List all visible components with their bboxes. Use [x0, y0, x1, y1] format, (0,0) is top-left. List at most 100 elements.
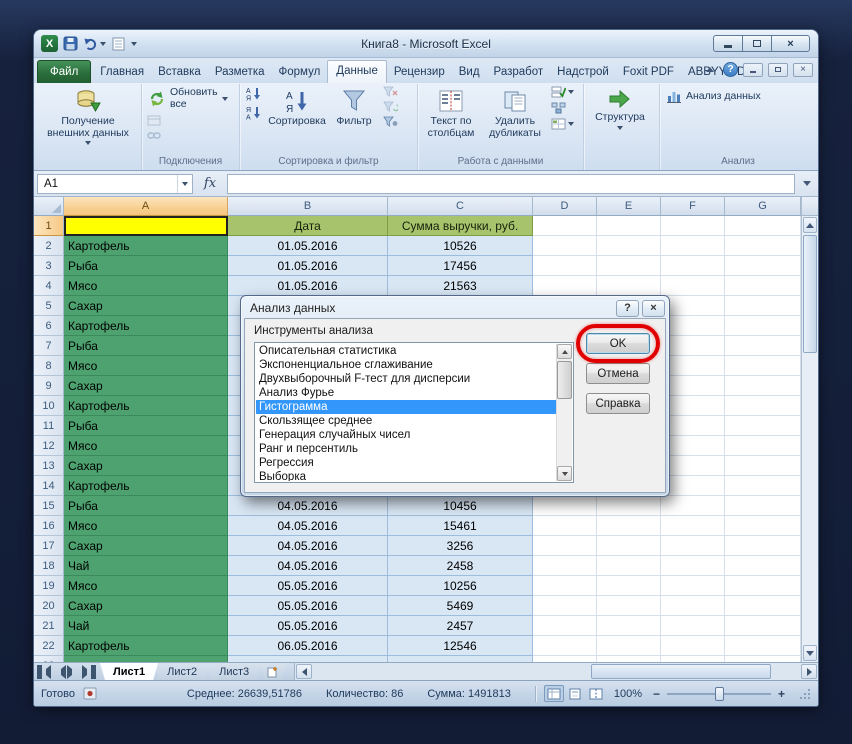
cell-E16[interactable] — [597, 516, 661, 536]
row-header-1[interactable]: 1 — [34, 216, 64, 236]
cell-D2[interactable] — [533, 236, 597, 256]
row-header-21[interactable]: 21 — [34, 616, 64, 636]
cell-A3[interactable]: Рыба — [64, 256, 228, 276]
cell-F20[interactable] — [661, 596, 725, 616]
insert-worksheet-button[interactable] — [260, 663, 286, 680]
zoom-slider[interactable] — [667, 686, 771, 701]
expand-formula-bar-button[interactable] — [799, 174, 815, 194]
cell-D18[interactable] — [533, 556, 597, 576]
select-all-button[interactable] — [34, 197, 64, 216]
outline-button[interactable]: Структура — [587, 85, 653, 167]
row-header-22[interactable]: 22 — [34, 636, 64, 656]
row-header-7[interactable]: 7 — [34, 336, 64, 356]
cell-B18[interactable]: 04.05.2016 — [228, 556, 388, 576]
cell-G19[interactable] — [725, 576, 801, 596]
analysis-tool-option[interactable]: Генерация случайных чисел — [256, 428, 556, 442]
row-header-20[interactable]: 20 — [34, 596, 64, 616]
cell-A5[interactable]: Сахар — [64, 296, 228, 316]
cell-G2[interactable] — [725, 236, 801, 256]
analysis-tool-option[interactable]: Ранг и персентиль — [256, 442, 556, 456]
cell-G10[interactable] — [725, 396, 801, 416]
save-button[interactable] — [62, 35, 79, 52]
sheet-tab-Лист3[interactable]: Лист3 — [206, 663, 262, 680]
reapply-filter-button[interactable] — [381, 100, 400, 113]
data-analysis-button[interactable]: Анализ данных — [663, 87, 764, 106]
horizontal-scrollbar[interactable] — [294, 663, 818, 680]
analysis-tool-option[interactable]: Анализ Фурье — [256, 386, 556, 400]
cell-B1[interactable]: Дата — [228, 216, 388, 236]
cell-C18[interactable]: 2458 — [388, 556, 533, 576]
ribbon-tab-Рецензир[interactable]: Рецензир — [387, 61, 452, 83]
cell-F8[interactable] — [661, 356, 725, 376]
sort-descending-button[interactable]: ЯА — [243, 104, 264, 121]
zoom-out-button[interactable]: − — [650, 687, 663, 701]
cell-A20[interactable]: Сахар — [64, 596, 228, 616]
cell-C16[interactable]: 15461 — [388, 516, 533, 536]
cell-F14[interactable] — [661, 476, 725, 496]
sort-ascending-button[interactable]: АЯ — [243, 85, 264, 102]
cell-G11[interactable] — [725, 416, 801, 436]
cell-E23[interactable] — [597, 656, 661, 662]
cell-B15[interactable]: 04.05.2016 — [228, 496, 388, 516]
analysis-tool-option[interactable]: Регрессия — [256, 456, 556, 470]
dialog-title-bar[interactable]: Анализ данных ? × — [241, 296, 669, 318]
cell-A19[interactable]: Мясо — [64, 576, 228, 596]
cell-E19[interactable] — [597, 576, 661, 596]
cell-A17[interactable]: Сахар — [64, 536, 228, 556]
cell-C17[interactable]: 3256 — [388, 536, 533, 556]
cell-A13[interactable]: Сахар — [64, 456, 228, 476]
cell-D17[interactable] — [533, 536, 597, 556]
cell-F4[interactable] — [661, 276, 725, 296]
cell-B17[interactable]: 04.05.2016 — [228, 536, 388, 556]
cell-G3[interactable] — [725, 256, 801, 276]
last-sheet-button[interactable] — [82, 664, 96, 679]
first-sheet-button[interactable] — [37, 664, 51, 679]
row-header-2[interactable]: 2 — [34, 236, 64, 256]
excel-app-icon[interactable] — [41, 35, 58, 52]
cell-F17[interactable] — [661, 536, 725, 556]
column-header-D[interactable]: D — [533, 197, 597, 216]
cell-C19[interactable]: 10256 — [388, 576, 533, 596]
cell-G22[interactable] — [725, 636, 801, 656]
name-box-dropdown[interactable] — [177, 174, 192, 193]
analysis-tool-option[interactable]: Описательная статистика — [256, 344, 556, 358]
sort-button[interactable]: АЯ Сортировка — [267, 85, 327, 153]
help-button[interactable]: ? — [723, 62, 738, 77]
row-header-6[interactable]: 6 — [34, 316, 64, 336]
cell-F12[interactable] — [661, 436, 725, 456]
remove-duplicates-button[interactable]: Удалить дубликаты — [484, 85, 546, 153]
row-header-23[interactable]: 23 — [34, 656, 64, 662]
cell-G1[interactable] — [725, 216, 801, 236]
workbook-close-button[interactable]: × — [793, 62, 813, 77]
cell-A11[interactable]: Рыба — [64, 416, 228, 436]
cell-G7[interactable] — [725, 336, 801, 356]
cell-G6[interactable] — [725, 316, 801, 336]
resize-grip[interactable] — [798, 687, 811, 700]
row-header-9[interactable]: 9 — [34, 376, 64, 396]
cell-D1[interactable] — [533, 216, 597, 236]
cell-D19[interactable] — [533, 576, 597, 596]
analysis-tool-option[interactable]: Гистограмма — [256, 400, 556, 414]
cell-C23[interactable] — [388, 656, 533, 662]
cell-F19[interactable] — [661, 576, 725, 596]
column-header-C[interactable]: C — [388, 197, 533, 216]
refresh-all-button[interactable]: Обновить все — [145, 85, 231, 112]
cell-F23[interactable] — [661, 656, 725, 662]
title-bar[interactable]: Книга8 - Microsoft Excel × — [34, 30, 818, 58]
cell-D4[interactable] — [533, 276, 597, 296]
cell-C21[interactable]: 2457 — [388, 616, 533, 636]
cell-D15[interactable] — [533, 496, 597, 516]
cell-A21[interactable]: Чай — [64, 616, 228, 636]
row-header-15[interactable]: 15 — [34, 496, 64, 516]
consolidate-button[interactable] — [549, 101, 576, 115]
list-scrollbar[interactable] — [556, 344, 572, 481]
analysis-tool-option[interactable]: Выборка — [256, 470, 556, 481]
cell-G23[interactable] — [725, 656, 801, 662]
help-button-dialog[interactable]: Справка — [586, 393, 650, 414]
cell-C1[interactable]: Сумма выручки, руб. — [388, 216, 533, 236]
clear-filter-button[interactable] — [381, 85, 400, 98]
cell-A4[interactable]: Мясо — [64, 276, 228, 296]
cell-A6[interactable]: Картофель — [64, 316, 228, 336]
quick-sheet-button[interactable] — [111, 36, 126, 52]
row-header-19[interactable]: 19 — [34, 576, 64, 596]
